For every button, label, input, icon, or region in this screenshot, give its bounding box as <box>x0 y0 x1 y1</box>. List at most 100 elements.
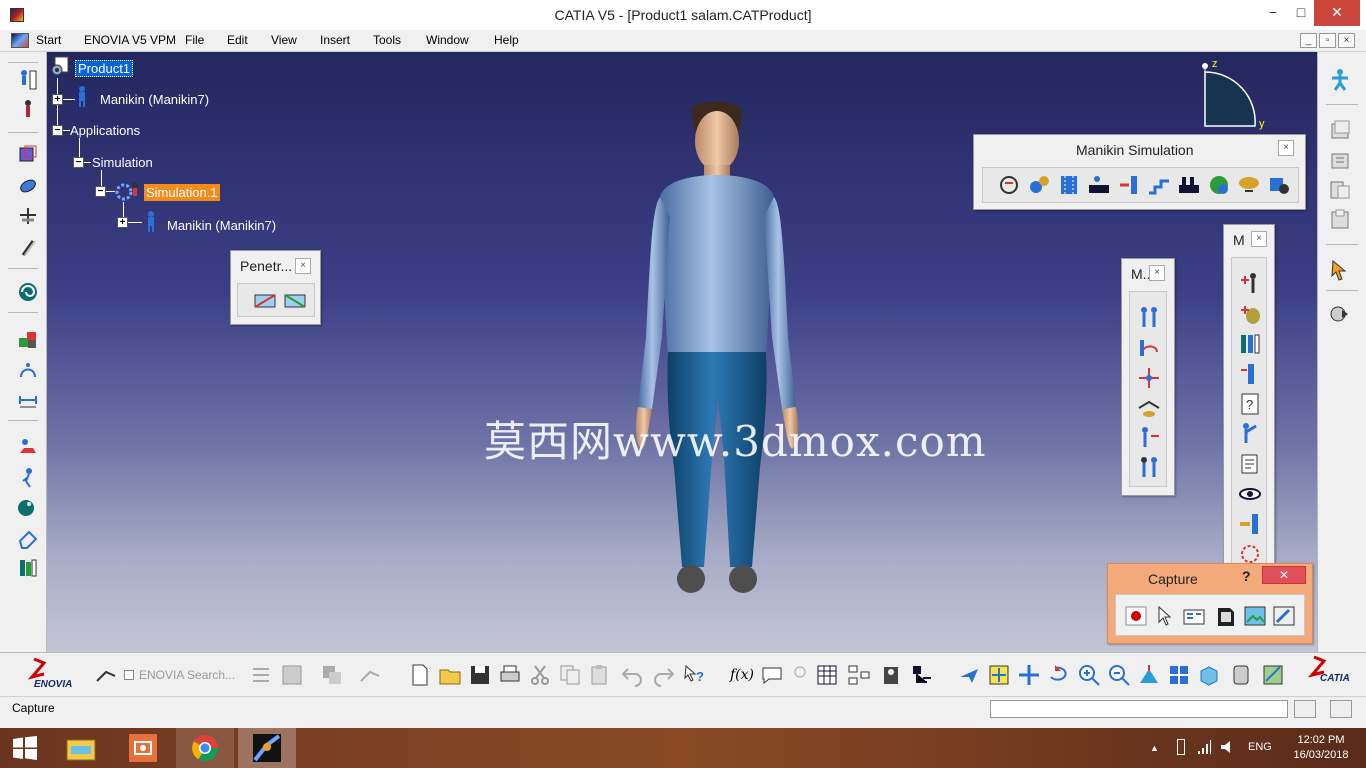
catia-logo[interactable]: CATIA <box>1306 655 1354 689</box>
rotate-icon[interactable] <box>1047 663 1071 687</box>
show-hidden-icons-button[interactable]: ▲ <box>1150 743 1160 753</box>
tree-node-simulation[interactable]: Simulation <box>92 155 153 170</box>
vision-eye-icon[interactable] <box>1238 482 1262 506</box>
menu-view[interactable]: View <box>271 33 297 47</box>
layer-icon-4[interactable] <box>1328 208 1352 232</box>
select-arrow-icon[interactable] <box>1328 258 1352 282</box>
undo-icon[interactable] <box>620 663 644 687</box>
globe-icon[interactable] <box>1207 173 1231 197</box>
maximize-button[interactable]: □ <box>1288 0 1314 26</box>
manikin-ruler-icon[interactable] <box>16 68 40 92</box>
taskbar-clock[interactable]: 12:02 PM 16/03/2018 <box>1286 733 1356 763</box>
standard-pose-icon[interactable] <box>1137 396 1161 420</box>
screenshot-app-taskbar-icon[interactable] <box>114 728 172 768</box>
insert-object-icon[interactable] <box>1238 302 1262 326</box>
posture-editor-icon[interactable] <box>1137 426 1161 450</box>
product-cube-icon[interactable] <box>16 142 40 166</box>
whats-this-icon[interactable]: ? <box>683 663 707 687</box>
lamp-icon[interactable] <box>1237 173 1261 197</box>
tree-node-simulation1[interactable]: Simulation.1 <box>144 184 220 201</box>
vision-ruler-icon[interactable] <box>1238 362 1262 386</box>
posture-compare-icon[interactable] <box>1137 456 1161 480</box>
two-manikins-icon[interactable] <box>1137 306 1161 330</box>
menu-start[interactable]: Start <box>36 33 61 47</box>
film-icon[interactable] <box>1057 173 1081 197</box>
document-icon[interactable] <box>11 33 29 48</box>
table-icon[interactable] <box>815 663 839 687</box>
product-root-icon[interactable] <box>50 56 72 78</box>
eraser-icon[interactable] <box>16 526 40 550</box>
enovia-sync-icon[interactable] <box>358 663 382 687</box>
manikin-car-icon[interactable] <box>16 436 40 460</box>
save-icon[interactable] <box>468 663 492 687</box>
manikin-posture-icon[interactable] <box>16 98 40 122</box>
enovia-search-field[interactable]: ENOVIA Search... <box>139 668 235 682</box>
chrome-taskbar-icon[interactable] <box>176 728 234 768</box>
capture-close-button[interactable]: ✕ <box>1262 566 1306 584</box>
zoom-in-icon[interactable] <box>1077 663 1101 687</box>
menu-edit[interactable]: Edit <box>227 33 248 47</box>
language-indicator[interactable]: ENG <box>1248 741 1272 753</box>
pan-icon[interactable] <box>1017 663 1041 687</box>
windows-start-button[interactable] <box>0 728 50 768</box>
menu-tools[interactable]: Tools <box>373 33 401 47</box>
shuttle-icon[interactable] <box>997 173 1021 197</box>
fit-all-icon[interactable] <box>987 663 1011 687</box>
capture-print-icon[interactable] <box>1214 604 1238 628</box>
menu-window[interactable]: Window <box>426 33 469 47</box>
stairs-icon[interactable] <box>1147 173 1171 197</box>
capture-album-icon[interactable] <box>1243 604 1267 628</box>
catia-taskbar-icon[interactable] <box>238 728 296 768</box>
normal-view-icon[interactable] <box>1137 663 1161 687</box>
collapse-simulation1-toggle[interactable]: − <box>95 186 106 197</box>
tree-node-manikin[interactable]: Manikin (Manikin7) <box>100 92 209 107</box>
play-forward-icon[interactable] <box>1117 173 1141 197</box>
copy-icon[interactable] <box>558 663 582 687</box>
enovia-logo[interactable]: ENOVIA <box>26 657 82 691</box>
sequence-icon[interactable] <box>1087 173 1111 197</box>
collapse-applications-toggle[interactable]: − <box>52 125 63 136</box>
tree-node-manikin2[interactable]: Manikin (Manikin7) <box>167 218 276 233</box>
zoom-out-icon[interactable] <box>1107 663 1131 687</box>
collapse-simulation-toggle[interactable]: − <box>73 157 84 168</box>
fly-mode-icon[interactable] <box>957 663 981 687</box>
record-icon[interactable] <box>1124 604 1148 628</box>
layer-icon-3[interactable] <box>1328 178 1352 202</box>
enovia-layers-icon[interactable] <box>320 663 344 687</box>
print-icon[interactable] <box>498 663 522 687</box>
expand-manikin-toggle[interactable]: + <box>52 94 63 105</box>
enovia-save-icon[interactable] <box>280 663 304 687</box>
command-input[interactable] <box>990 700 1288 718</box>
reach-envelope-icon[interactable] <box>1238 422 1262 446</box>
manikin-walk-icon[interactable] <box>16 466 40 490</box>
capture-options-icon[interactable] <box>1182 604 1206 628</box>
capture-sketch-icon[interactable] <box>1272 604 1296 628</box>
tree-node-applications[interactable]: Applications <box>70 123 140 138</box>
hierarchy-icon[interactable] <box>910 663 934 687</box>
doc-restore-button[interactable]: ▫ <box>1319 33 1336 48</box>
comment-icon[interactable] <box>760 663 784 687</box>
catalog-icon[interactable] <box>879 663 903 687</box>
command-options-button[interactable] <box>1330 700 1352 718</box>
manikin-workbench-icon[interactable] <box>1328 68 1352 92</box>
layer-icon-2[interactable] <box>1328 148 1352 172</box>
open-folder-icon[interactable] <box>438 663 462 687</box>
manikin-tools-close-button[interactable]: × <box>1149 265 1165 281</box>
capture-help-button[interactable]: ? <box>1242 568 1251 584</box>
clip-icon[interactable] <box>16 236 40 260</box>
enovia-search-checkbox[interactable] <box>124 670 134 680</box>
help-query-icon[interactable]: ? <box>1238 392 1262 416</box>
manikin-simulation-close-button[interactable]: × <box>1278 140 1294 156</box>
penetration-icon-1[interactable] <box>253 288 277 312</box>
signal-icon[interactable] <box>1197 739 1211 755</box>
penetration-close-button[interactable]: × <box>295 258 311 274</box>
paste-icon[interactable] <box>588 663 612 687</box>
measure-arc-icon[interactable] <box>16 358 40 382</box>
inspect-cube-icon[interactable] <box>1267 173 1291 197</box>
close-button[interactable]: ✕ <box>1314 0 1360 26</box>
menu-help[interactable]: Help <box>494 33 519 47</box>
manikin-3d-model[interactable] <box>632 97 802 607</box>
redo-icon[interactable] <box>652 663 676 687</box>
measure-between-icon[interactable] <box>16 388 40 412</box>
volume-icon[interactable] <box>1220 739 1236 755</box>
